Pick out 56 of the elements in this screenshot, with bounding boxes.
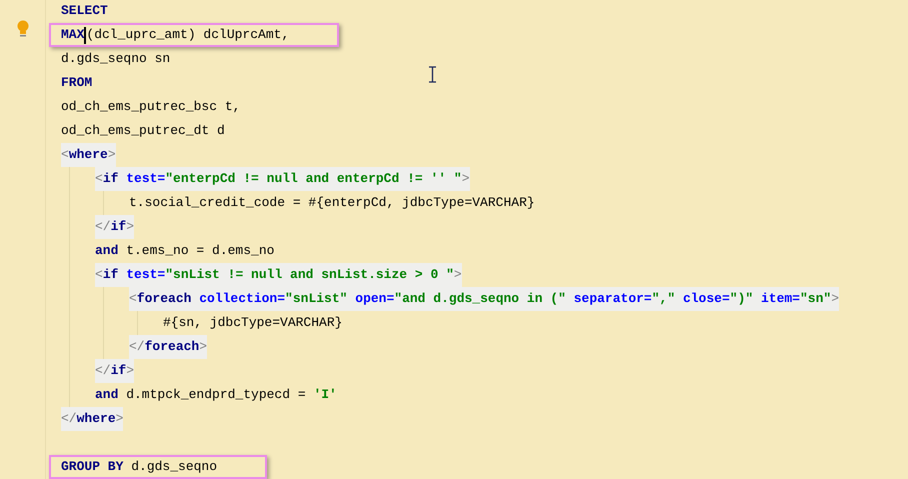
code-token: test= bbox=[125, 170, 166, 188]
code-token: "," bbox=[652, 290, 676, 308]
code-token: </ bbox=[95, 218, 111, 236]
code-token: collection= bbox=[198, 290, 286, 308]
code-token: if bbox=[110, 362, 126, 380]
code-token: od_ch_ems_putrec_bsc t, bbox=[61, 98, 240, 116]
code-token: t.social_credit_code = #{enterpCd, jdbcType=VARCHAR} bbox=[129, 194, 535, 212]
code-token: > bbox=[462, 170, 470, 188]
code-token: and bbox=[95, 386, 118, 404]
code-token: foreach bbox=[136, 290, 192, 308]
code-token: od_ch_ems_putrec_dt d bbox=[61, 122, 225, 140]
code-token: "snList != null and snList.size > 0 " bbox=[165, 266, 454, 284]
code-token: 'I' bbox=[313, 386, 337, 404]
code-token: #{sn, jdbcType=VARCHAR} bbox=[163, 314, 342, 332]
code-token: where bbox=[68, 146, 108, 164]
code-token: < bbox=[129, 290, 137, 308]
lightbulb-icon[interactable] bbox=[16, 20, 28, 38]
code-token: item= bbox=[760, 290, 800, 308]
code-token: > bbox=[126, 218, 134, 236]
code-token: separator= bbox=[572, 290, 652, 308]
code-token: > bbox=[126, 362, 134, 380]
code-token: < bbox=[61, 146, 69, 164]
code-token: (dcl_uprc_amt) dclUprcAmt, bbox=[86, 26, 290, 44]
code-token: and bbox=[95, 242, 118, 260]
code-token: "snList" bbox=[285, 290, 348, 308]
code-token: > bbox=[454, 266, 462, 284]
code-token: "and d.gds_seqno in (" bbox=[394, 290, 566, 308]
code-token: </ bbox=[129, 338, 145, 356]
code-token: "enterpCd != null and enterpCd != '' " bbox=[165, 170, 462, 188]
code-token: > bbox=[199, 338, 208, 356]
code-token: "sn" bbox=[800, 290, 832, 308]
code-token: </ bbox=[61, 410, 77, 428]
code-token: FROM bbox=[61, 74, 92, 92]
code-token: d.gds_seqno sn bbox=[61, 50, 170, 68]
code-token: test= bbox=[125, 266, 166, 284]
code-token: > bbox=[116, 410, 124, 428]
code-token: if bbox=[110, 218, 126, 236]
code-token: where bbox=[76, 410, 116, 428]
code-token: SELECT bbox=[61, 2, 108, 20]
code-token: > bbox=[108, 146, 116, 164]
code-token: if bbox=[102, 266, 118, 284]
code-token: < bbox=[95, 266, 103, 284]
text-cursor-icon bbox=[428, 66, 437, 83]
code-token: ")" bbox=[730, 290, 754, 308]
code-token: GROUP BY bbox=[61, 458, 124, 476]
code-token: < bbox=[95, 170, 103, 188]
code-token: foreach bbox=[144, 338, 200, 356]
code-token: d.mtpck_endprd_typecd = bbox=[125, 386, 307, 404]
code-token: > bbox=[831, 290, 840, 308]
code-token: close= bbox=[682, 290, 730, 308]
code-token: </ bbox=[95, 362, 111, 380]
code-token: open= bbox=[354, 290, 394, 308]
code-token: if bbox=[102, 170, 118, 188]
code-token: t.ems_no = d.ems_no bbox=[125, 242, 274, 260]
code-token: MAX bbox=[61, 26, 84, 44]
code-token: d.gds_seqno bbox=[130, 458, 218, 476]
